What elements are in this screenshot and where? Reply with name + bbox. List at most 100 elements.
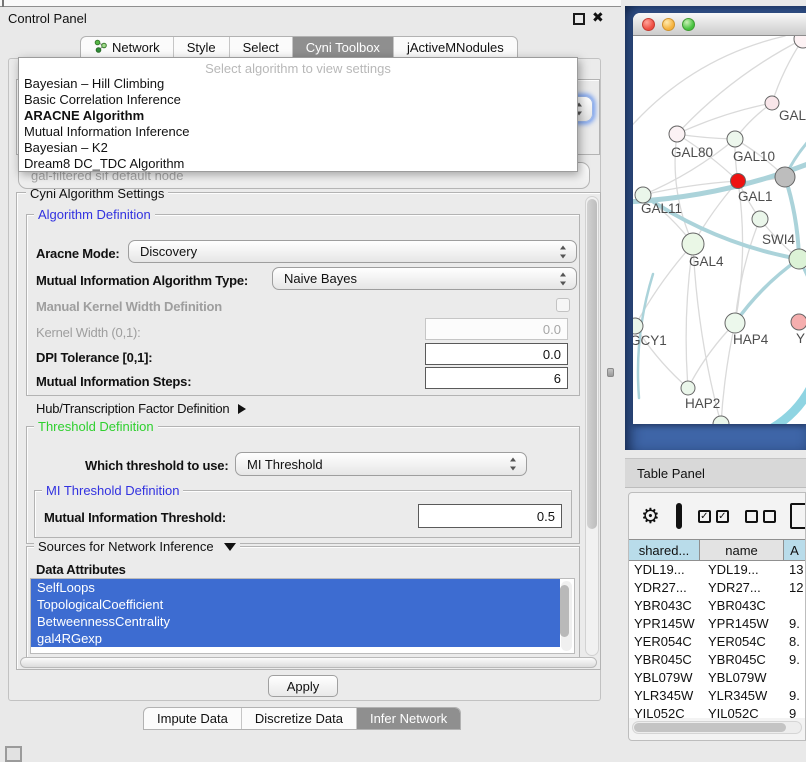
network-edge[interactable] [677, 134, 735, 139]
table-cell: 8. [784, 633, 805, 651]
column-header-shared-name[interactable]: shared... [629, 540, 700, 560]
settings-vertical-scrollbar-thumb[interactable] [587, 199, 597, 529]
settings-horizontal-scrollbar-thumb[interactable] [20, 657, 597, 668]
screenshot-root: Control Panel ✖ Network Style Select Cyn… [0, 0, 806, 762]
table-cell [784, 597, 805, 615]
data-attribute-item[interactable]: SelfLoops [31, 579, 560, 596]
network-node-HAP2[interactable] [681, 381, 695, 395]
sources-title[interactable]: Sources for Network Inference [34, 539, 240, 554]
network-edge[interactable] [751, 368, 806, 424]
tab-cyni-toolbox[interactable]: Cyni Toolbox [293, 37, 394, 58]
network-node-GAL[interactable] [765, 96, 779, 110]
tab-network[interactable]: Network [81, 37, 174, 58]
table-row[interactable]: YBR045CYBR045C9. [629, 651, 805, 669]
close-panel-icon[interactable]: ✖ [592, 10, 604, 24]
table-row[interactable]: YER054CYER054C8. [629, 633, 805, 651]
tab-jactivemnodules[interactable]: jActiveMNodules [394, 37, 517, 58]
float-panel-icon[interactable] [573, 13, 585, 25]
algorithm-definition-title: Algorithm Definition [34, 207, 155, 222]
network-edge[interactable] [633, 36, 785, 131]
algorithm-popup-item[interactable]: Mutual Information Inference [19, 124, 577, 140]
network-node-HAP4[interactable] [725, 313, 745, 333]
tab-label: Impute Data [157, 711, 228, 726]
mi-algorithm-type-select[interactable]: Naive Bayes [272, 267, 577, 290]
split-columns-icon[interactable] [676, 503, 682, 529]
network-edge[interactable] [772, 39, 803, 103]
tab-label: Network [112, 40, 160, 55]
tab-style[interactable]: Style [174, 37, 230, 58]
page-icon[interactable] [790, 503, 806, 529]
network-node-GAL10[interactable] [727, 131, 743, 147]
top-strip [0, 0, 621, 7]
data-attributes-list[interactable]: SelfLoopsTopologicalCoefficientBetweenne… [30, 578, 575, 654]
tab-impute-data[interactable]: Impute Data [144, 708, 242, 729]
dpi-tolerance-field[interactable]: 0.0 [425, 343, 568, 365]
column-header-clipped[interactable]: A [784, 540, 805, 560]
network-node-node-a[interactable] [794, 36, 806, 48]
table-row[interactable]: YDR27...YDR27...12 [629, 579, 805, 597]
combo-spinner-icon [559, 272, 568, 285]
mi-threshold-field[interactable]: 0.5 [418, 504, 562, 528]
tab-label: Style [187, 40, 216, 55]
network-node-node-gray[interactable] [775, 167, 795, 187]
network-window-titlebar[interactable] [633, 13, 806, 36]
aracne-mode-select[interactable]: Discovery [128, 240, 577, 263]
column-header-name[interactable]: name [700, 540, 784, 560]
table-row[interactable]: YLR345WYLR345W9. [629, 687, 805, 705]
table-cell: YER054C [629, 633, 700, 651]
kernel-width-value: 0.0 [543, 322, 561, 337]
table-row[interactable]: YBR043CYBR043C [629, 597, 805, 615]
data-attribute-item[interactable]: TopologicalCoefficient [31, 596, 560, 613]
network-canvas[interactable]: GALGAL80GAL10GAL1GAL11SWI4GAL4GCY1HAP4YH… [633, 36, 806, 424]
minimized-panel-icon[interactable] [5, 746, 22, 762]
network-tab-icon [94, 39, 107, 56]
expand-right-icon[interactable] [238, 404, 246, 414]
algorithm-popup-item[interactable]: Basic Correlation Inference [19, 92, 577, 108]
network-node-Y[interactable] [791, 314, 806, 330]
tab-select[interactable]: Select [230, 37, 293, 58]
data-attribute-item[interactable]: BetweennessCentrality [31, 613, 560, 630]
zoom-window-icon[interactable] [682, 18, 695, 31]
algorithm-popup-item[interactable]: Bayesian – Hill Climbing [19, 76, 577, 92]
table-cell: YBL079W [629, 669, 700, 687]
tab-infer-network[interactable]: Infer Network [357, 708, 460, 729]
hide-columns-icon[interactable] [745, 510, 776, 523]
collapse-down-icon[interactable] [224, 543, 236, 551]
network-node-node-e[interactable] [713, 416, 729, 424]
minimize-window-icon[interactable] [662, 18, 675, 31]
network-node-GAL80[interactable] [669, 126, 685, 142]
network-node-node-c[interactable] [752, 211, 768, 227]
table-cell: 9. [784, 651, 805, 669]
data-attribute-item[interactable]: gal4RGexp [31, 630, 560, 647]
table-horizontal-scrollbar-thumb[interactable] [634, 723, 786, 732]
gear-icon[interactable]: ⚙ [641, 506, 660, 527]
which-threshold-select[interactable]: MI Threshold [235, 452, 527, 476]
mi-steps-field[interactable]: 6 [425, 367, 568, 389]
table-row[interactable]: YDL19...YDL19...13 [629, 561, 805, 579]
table-cell: YDR27... [700, 579, 784, 597]
network-edge[interactable] [688, 323, 735, 388]
network-node-GAL4[interactable] [682, 233, 704, 255]
which-threshold-label: Which threshold to use: [85, 458, 228, 473]
list-scrollbar[interactable] [561, 581, 572, 651]
table-horizontal-scrollbar[interactable] [632, 721, 802, 734]
manual-kernel-checkbox[interactable] [556, 298, 570, 312]
algorithm-popup-item[interactable]: Bayesian – K2 [19, 140, 577, 156]
table-cell: YLR345W [700, 687, 784, 705]
network-node-SWI4[interactable] [789, 249, 806, 269]
table-row[interactable]: YBL079WYBL079W [629, 669, 805, 687]
panel-splitter-grip[interactable] [607, 368, 614, 377]
kernel-width-field[interactable]: 0.0 [425, 318, 568, 340]
table-row[interactable]: YIL052CYIL052C9 [629, 705, 805, 718]
network-node-label: GAL1 [738, 189, 773, 204]
apply-button[interactable]: Apply [268, 675, 338, 697]
list-scrollbar-thumb[interactable] [560, 585, 569, 637]
tab-discretize-data[interactable]: Discretize Data [242, 708, 357, 729]
network-node-GAL1[interactable] [731, 174, 746, 189]
show-columns-icon[interactable]: ✓✓ [698, 510, 729, 523]
table-row[interactable]: YPR145WYPR145W9. [629, 615, 805, 633]
close-window-icon[interactable] [642, 18, 655, 31]
algorithm-popup-item[interactable]: Dream8 DC_TDC Algorithm [19, 156, 577, 172]
algorithm-popup-item[interactable]: ARACNE Algorithm [19, 108, 577, 124]
hub-definition-section[interactable]: Hub/Transcription Factor Definition [36, 401, 246, 416]
